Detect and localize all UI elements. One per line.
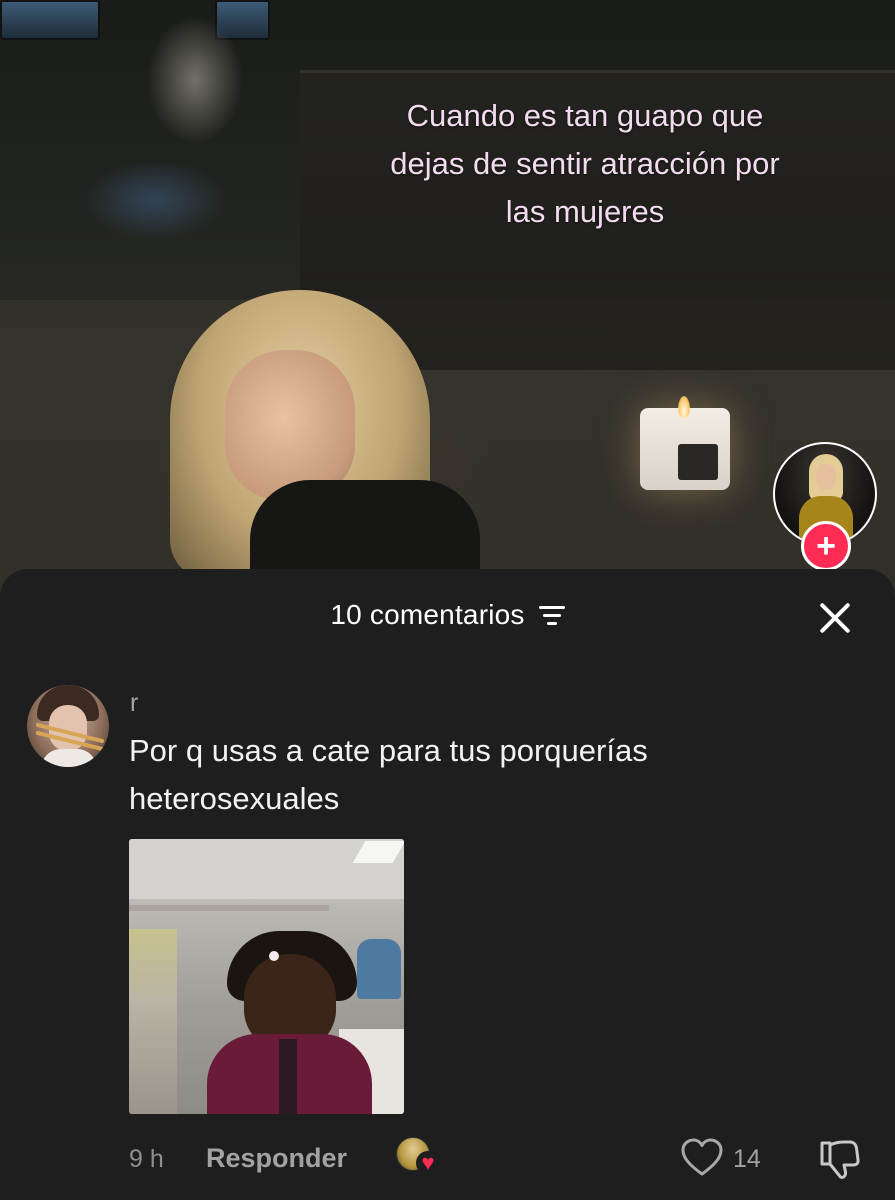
sort-lines-icon[interactable]	[538, 605, 565, 625]
commenter-avatar[interactable]	[27, 685, 109, 767]
gif-beam	[129, 905, 329, 911]
gif-shelf	[129, 929, 177, 1114]
video-caption: Cuando es tan guapo que dejas de sentir …	[390, 98, 780, 229]
plus-icon: +	[816, 527, 836, 565]
follow-button[interactable]: +	[801, 521, 851, 571]
video-seated-person	[55, 10, 245, 280]
reply-button[interactable]: Responder	[206, 1143, 347, 1174]
thumbs-down-icon[interactable]	[816, 1137, 862, 1183]
sort-line	[538, 606, 565, 609]
sort-line	[546, 622, 557, 625]
candle-label	[678, 444, 718, 480]
heart-filled-icon: ♥	[416, 1151, 440, 1175]
comment-time: 9 h	[129, 1145, 164, 1173]
comment-item: r Por q usas a cate para tus porquerías …	[0, 677, 895, 1197]
video-player[interactable]: Cuando es tan guapo que dejas de sentir …	[0, 0, 895, 600]
comment-username[interactable]: r	[130, 689, 138, 718]
screen: Cuando es tan guapo que dejas de sentir …	[0, 0, 895, 1200]
comments-sheet: 10 comentarios r Por q usas a cate para …	[0, 569, 895, 1200]
comment-text: Por q usas a cate para tus porquerías he…	[129, 733, 648, 816]
sort-line	[542, 614, 561, 617]
comment-footer: 9 h Responder ♥ 14	[0, 1137, 895, 1187]
comments-count: 10 comentarios	[330, 599, 525, 630]
avatar-shirt	[41, 749, 97, 767]
close-x-icon[interactable]	[812, 595, 858, 641]
candle-flame	[678, 396, 690, 418]
avatar-face	[816, 464, 836, 490]
video-candle	[640, 408, 730, 490]
comment-gif[interactable]	[129, 839, 404, 1114]
gif-jeans	[357, 939, 401, 999]
gif-hair-bow	[269, 951, 279, 961]
gif-jacket-zip	[279, 1039, 297, 1114]
heart-outline-icon[interactable]	[680, 1137, 724, 1181]
creator-liked-badge: ♥	[396, 1137, 440, 1177]
comments-header: 10 comentarios	[0, 569, 895, 661]
like-count: 14	[733, 1145, 761, 1173]
video-woman-face	[225, 350, 355, 500]
